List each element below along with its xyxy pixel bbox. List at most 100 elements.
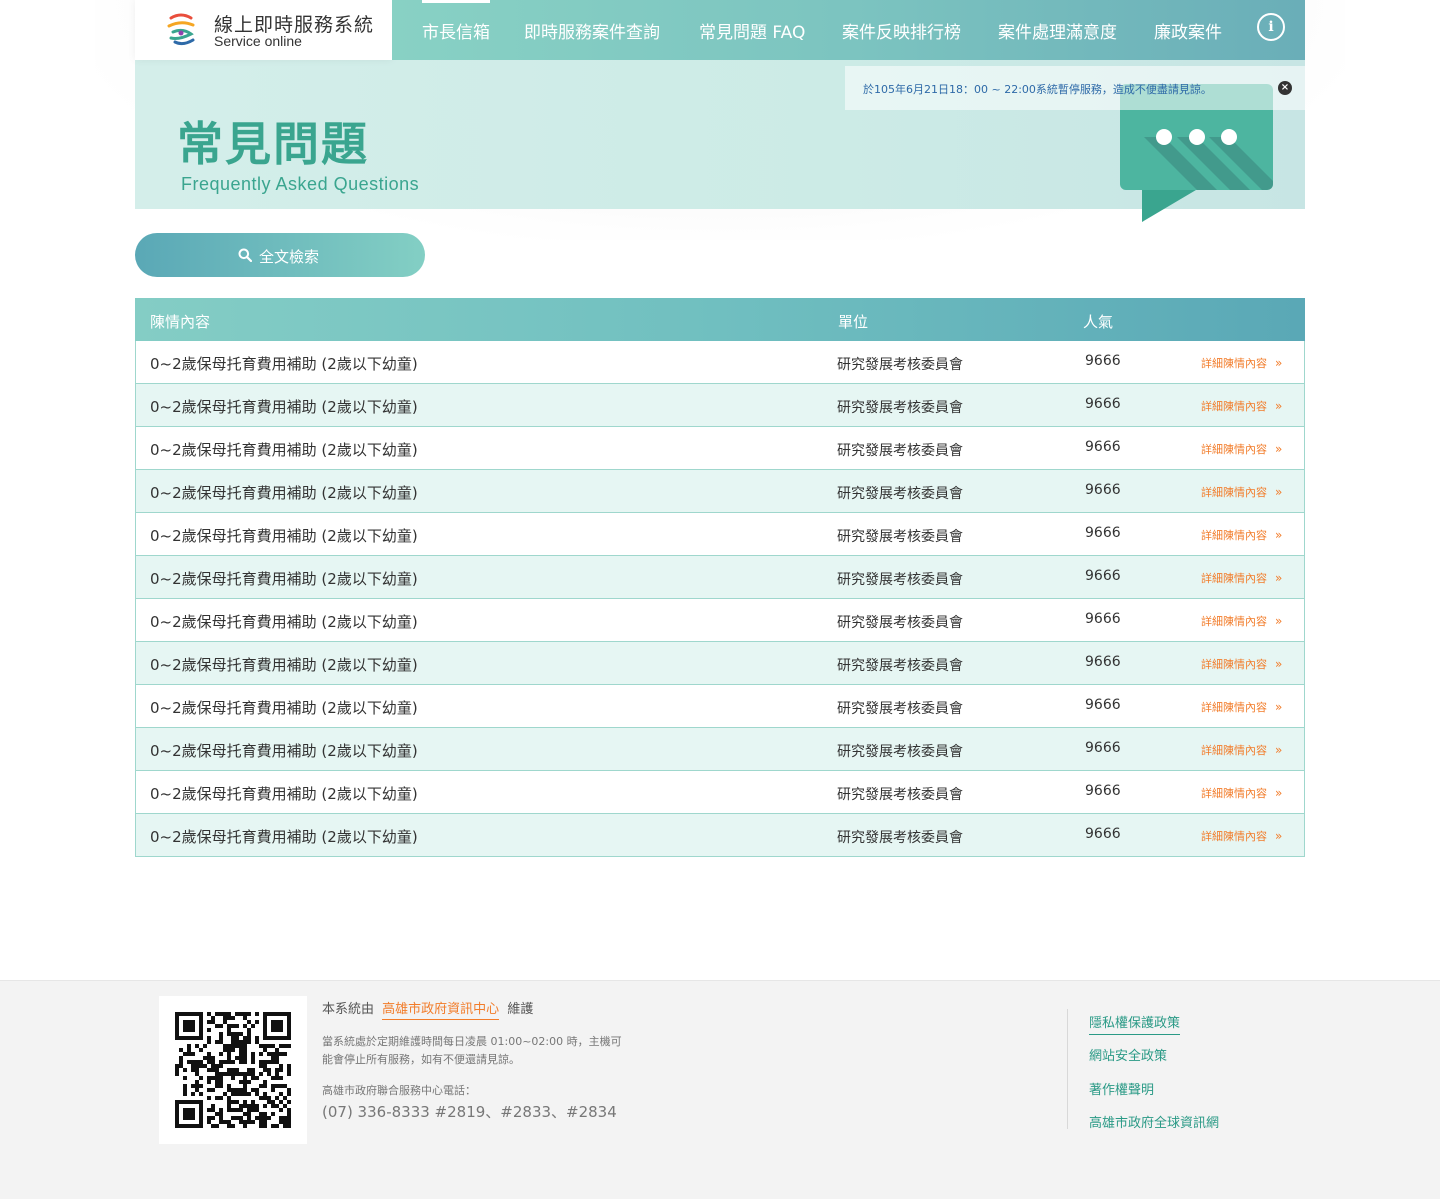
table-row[interactable]: 0~2歲保母托育費用補助 (2歲以下幼童) 研究發展考核委員會 9666 詳細陳情內容… (135, 513, 1305, 556)
row-popularity: 9666 (1085, 439, 1121, 455)
double-chevron-right-icon: » (1275, 442, 1283, 456)
fulltext-search-button[interactable]: 全文檢索 (135, 233, 425, 277)
table-row[interactable]: 0~2歲保母托育費用補助 (2歲以下幼童) 研究發展考核委員會 9666 詳細陳情內容… (135, 470, 1305, 513)
double-chevron-right-icon: » (1275, 743, 1283, 757)
close-icon[interactable]: × (1278, 81, 1292, 95)
row-unit: 研究發展考核委員會 (837, 529, 963, 545)
main-nav: 市長信箱 即時服務案件查詢 常見問題 FAQ 案件反映排行榜 案件處理滿意度 廉… (392, 0, 1305, 60)
row-title[interactable]: 0~2歲保母托育費用補助 (2歲以下幼童) (150, 439, 418, 460)
detail-link-label: 詳細陳情內容 (1201, 400, 1267, 413)
detail-link[interactable]: 詳細陳情內容 » (1201, 527, 1282, 543)
detail-link[interactable]: 詳細陳情內容 » (1201, 484, 1282, 500)
detail-link-label: 詳細陳情內容 (1201, 658, 1267, 671)
row-title[interactable]: 0~2歲保母托育費用補助 (2歲以下幼童) (150, 482, 418, 503)
row-title[interactable]: 0~2歲保母托育費用補助 (2歲以下幼童) (150, 826, 418, 847)
row-title[interactable]: 0~2歲保母托育費用補助 (2歲以下幼童) (150, 611, 418, 632)
nav-satisfaction[interactable]: 案件處理滿意度 (998, 18, 1117, 43)
detail-link-label: 詳細陳情內容 (1201, 830, 1267, 843)
row-title[interactable]: 0~2歲保母托育費用補助 (2歲以下幼童) (150, 525, 418, 546)
row-popularity: 9666 (1085, 826, 1121, 842)
double-chevron-right-icon: » (1275, 829, 1283, 843)
row-title[interactable]: 0~2歲保母托育費用補助 (2歲以下幼童) (150, 654, 418, 675)
footer-divider (1067, 1009, 1068, 1129)
row-unit: 研究發展考核委員會 (837, 357, 963, 373)
row-popularity: 9666 (1085, 740, 1121, 756)
row-unit: 研究發展考核委員會 (837, 744, 963, 760)
row-title[interactable]: 0~2歲保母托育費用補助 (2歲以下幼童) (150, 783, 418, 804)
row-popularity: 9666 (1085, 396, 1121, 412)
row-unit: 研究發展考核委員會 (837, 701, 963, 717)
notice-text: 於105年6月21日18：00 ~ 22:00系統暫停服務，造成不便盡請見諒。 (863, 83, 1212, 96)
row-title[interactable]: 0~2歲保母托育費用補助 (2歲以下幼童) (150, 568, 418, 589)
row-title[interactable]: 0~2歲保母托育費用補助 (2歲以下幼童) (150, 353, 418, 374)
double-chevron-right-icon: » (1275, 700, 1283, 714)
city-portal-link[interactable]: 高雄市政府全球資訊網 (1089, 1112, 1219, 1131)
qr-code-icon (175, 1012, 291, 1128)
row-unit: 研究發展考核委員會 (837, 787, 963, 803)
detail-link[interactable]: 詳細陳情內容 » (1201, 355, 1282, 371)
logo[interactable]: 線上即時服務系統 Service online (135, 0, 392, 60)
row-popularity: 9666 (1085, 525, 1121, 541)
row-unit: 研究發展考核委員會 (837, 486, 963, 502)
double-chevron-right-icon: » (1275, 571, 1283, 585)
row-popularity: 9666 (1085, 611, 1121, 627)
table-row[interactable]: 0~2歲保母托育費用補助 (2歲以下幼童) 研究發展考核委員會 9666 詳細陳情內容… (135, 771, 1305, 814)
table-row[interactable]: 0~2歲保母托育費用補助 (2歲以下幼童) 研究發展考核委員會 9666 詳細陳情內容… (135, 642, 1305, 685)
maint-link[interactable]: 高雄市政府資訊中心 (382, 1002, 500, 1020)
kaohsiung-logo-icon (167, 13, 195, 46)
row-popularity: 9666 (1085, 783, 1121, 799)
detail-link[interactable]: 詳細陳情內容 » (1201, 398, 1282, 414)
detail-link[interactable]: 詳細陳情內容 » (1201, 742, 1282, 758)
row-popularity: 9666 (1085, 353, 1121, 369)
table-row[interactable]: 0~2歲保母托育費用補助 (2歲以下幼童) 研究發展考核委員會 9666 詳細陳情內容… (135, 599, 1305, 642)
detail-link[interactable]: 詳細陳情內容 » (1201, 785, 1282, 801)
security-policy-link[interactable]: 網站安全政策 (1089, 1045, 1167, 1064)
row-title[interactable]: 0~2歲保母托育費用補助 (2歲以下幼童) (150, 740, 418, 761)
double-chevron-right-icon: » (1275, 356, 1283, 370)
phone-label: 高雄市政府聯合服務中心電話： (322, 1084, 476, 1097)
header-unit: 單位 (838, 313, 869, 331)
nav-case-query[interactable]: 即時服務案件查詢 (524, 18, 660, 43)
privacy-policy-link[interactable]: 隱私權保護政策 (1089, 1012, 1181, 1035)
detail-link-label: 詳細陳情內容 (1201, 529, 1267, 542)
search-icon (238, 248, 252, 262)
double-chevron-right-icon: » (1275, 614, 1283, 628)
row-popularity: 9666 (1085, 482, 1121, 498)
page-subtitle: Frequently Asked Questions (181, 174, 420, 194)
row-unit: 研究發展考核委員會 (837, 615, 963, 631)
table-row[interactable]: 0~2歲保母托育費用補助 (2歲以下幼童) 研究發展考核委員會 9666 詳細陳情內容… (135, 384, 1305, 427)
nav-mayor-mailbox[interactable]: 市長信箱 (422, 0, 490, 43)
detail-link[interactable]: 詳細陳情內容 » (1201, 699, 1282, 715)
page-title: 常見問題 (177, 117, 369, 171)
row-title[interactable]: 0~2歲保母托育費用補助 (2歲以下幼童) (150, 697, 418, 718)
maint-prefix: 本系統由 (322, 1002, 375, 1017)
header-popularity: 人氣 (1083, 313, 1114, 331)
maintenance-notice: 於105年6月21日18：00 ~ 22:00系統暫停服務，造成不便盡請見諒。 … (845, 66, 1305, 110)
detail-link-label: 詳細陳情內容 (1201, 701, 1267, 714)
detail-link[interactable]: 詳細陳情內容 » (1201, 613, 1282, 629)
info-icon[interactable]: i (1257, 13, 1285, 41)
detail-link-label: 詳細陳情內容 (1201, 744, 1267, 757)
detail-link[interactable]: 詳細陳情內容 » (1201, 570, 1282, 586)
table-row[interactable]: 0~2歲保母托育費用補助 (2歲以下幼童) 研究發展考核委員會 9666 詳細陳情內容… (135, 556, 1305, 599)
row-title[interactable]: 0~2歲保母托育費用補助 (2歲以下幼童) (150, 396, 418, 417)
nav-faq[interactable]: 常見問題 FAQ (699, 18, 805, 43)
nav-integrity-cases[interactable]: 廉政案件 (1154, 18, 1222, 43)
row-unit: 研究發展考核委員會 (837, 400, 963, 416)
detail-link[interactable]: 詳細陳情內容 » (1201, 828, 1282, 844)
row-popularity: 9666 (1085, 568, 1121, 584)
header-content: 陳情內容 (150, 313, 211, 331)
table-row[interactable]: 0~2歲保母托育費用補助 (2歲以下幼童) 研究發展考核委員會 9666 詳細陳情內容… (135, 341, 1305, 384)
double-chevron-right-icon: » (1275, 399, 1283, 413)
detail-link[interactable]: 詳細陳情內容 » (1201, 656, 1282, 672)
table-row[interactable]: 0~2歲保母托育費用補助 (2歲以下幼童) 研究發展考核委員會 9666 詳細陳情內容… (135, 814, 1305, 857)
table-row[interactable]: 0~2歲保母托育費用補助 (2歲以下幼童) 研究發展考核委員會 9666 詳細陳情內容… (135, 728, 1305, 771)
detail-link-label: 詳細陳情內容 (1201, 572, 1267, 585)
table-row[interactable]: 0~2歲保母托育費用補助 (2歲以下幼童) 研究發展考核委員會 9666 詳細陳情內容… (135, 427, 1305, 470)
detail-link-label: 詳細陳情內容 (1201, 486, 1267, 499)
table-row[interactable]: 0~2歲保母托育費用補助 (2歲以下幼童) 研究發展考核委員會 9666 詳細陳情內容… (135, 685, 1305, 728)
copyright-link[interactable]: 著作權聲明 (1089, 1079, 1154, 1098)
nav-case-ranking[interactable]: 案件反映排行榜 (842, 18, 961, 43)
detail-link[interactable]: 詳細陳情內容 » (1201, 441, 1282, 457)
row-popularity: 9666 (1085, 697, 1121, 713)
